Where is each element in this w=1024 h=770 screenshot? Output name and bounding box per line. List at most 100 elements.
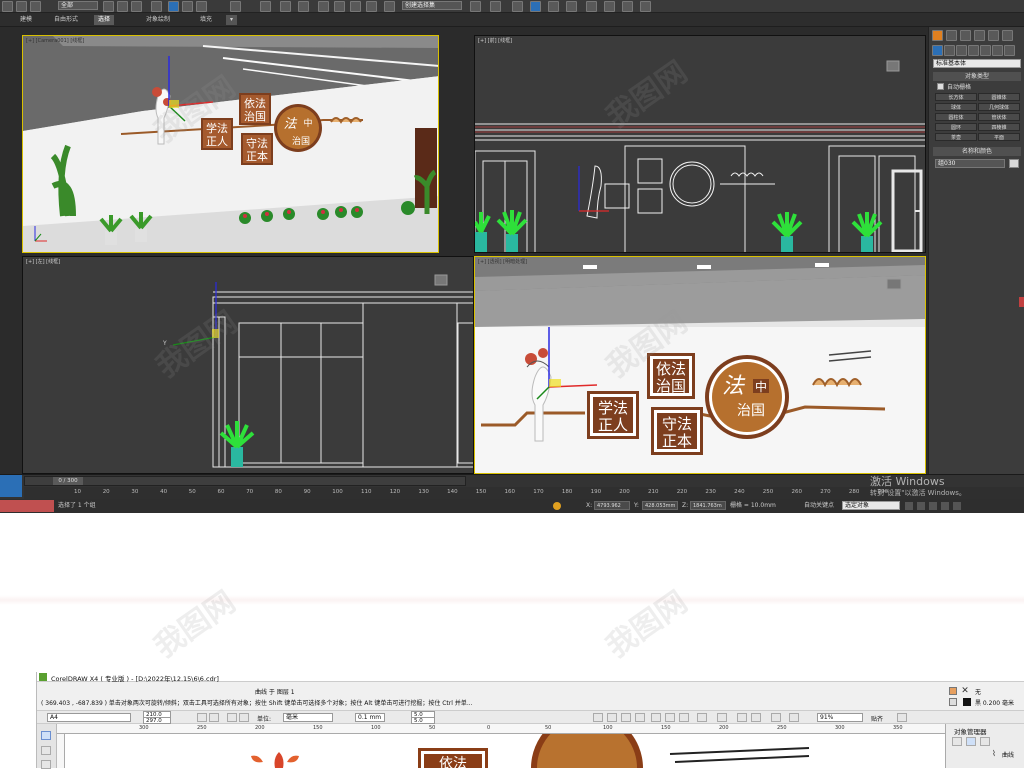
horizontal-ruler[interactable]: 3002502001501005005010015020025030035040… (57, 724, 961, 734)
current-page-icon[interactable] (239, 713, 249, 722)
geometry-icon[interactable] (932, 45, 943, 56)
align-icon[interactable] (490, 1, 501, 12)
unit-select[interactable]: 毫米 (283, 713, 333, 722)
tube-button[interactable]: 管状体 (978, 113, 1020, 121)
move-icon[interactable] (168, 1, 179, 12)
primitive-type-select[interactable]: 标准基本体 (933, 59, 1021, 68)
new-icon[interactable] (593, 713, 603, 722)
auto-key-label[interactable]: 自动关键点 (804, 499, 834, 513)
section-object-type[interactable]: 对象类型 (933, 72, 1021, 81)
viewport-left[interactable]: [+] [左] [线框] Y (22, 256, 474, 474)
tab-modeling[interactable]: 建模 (16, 15, 36, 25)
curve-editor-icon[interactable] (548, 1, 559, 12)
viewport-label-perspective[interactable]: [+] [透视] [明暗处理] (478, 258, 527, 265)
select-manipulate-icon[interactable] (280, 1, 291, 12)
play-icon[interactable] (929, 502, 937, 510)
landscape-icon[interactable] (209, 713, 219, 722)
x-coordinate[interactable]: 4793.962 (594, 501, 630, 510)
section-name-color[interactable]: 名称和颜色 (933, 147, 1021, 156)
viewport-layout-icon[interactable] (0, 475, 22, 497)
window-cross-icon[interactable] (151, 1, 162, 12)
welcome-screen-icon[interactable] (789, 713, 799, 722)
save-icon[interactable] (621, 713, 631, 722)
y-coordinate[interactable]: 428.053mm (642, 501, 678, 510)
rect-region-icon[interactable] (131, 1, 142, 12)
cut-icon[interactable] (651, 713, 661, 722)
options-icon[interactable] (897, 713, 907, 722)
percent-snap-icon[interactable] (350, 1, 361, 12)
panel-scroll-indicator[interactable] (1019, 297, 1024, 307)
angle-snap-icon[interactable] (334, 1, 345, 12)
redo-icon[interactable] (717, 713, 727, 722)
modify-tab-icon[interactable] (946, 30, 957, 41)
systems-icon[interactable] (1004, 45, 1015, 56)
undo-icon[interactable] (697, 713, 707, 722)
rotate-icon[interactable] (182, 1, 193, 12)
shapes-icon[interactable] (944, 45, 955, 56)
ribbon-options-icon[interactable]: ▾ (226, 15, 238, 25)
page-height[interactable]: 297.0 mm (143, 717, 171, 730)
viewport-front[interactable]: [+] [前] [线框] (474, 35, 926, 253)
render-icon[interactable] (640, 1, 651, 12)
object-name-field[interactable]: 组030 (935, 159, 1005, 168)
tab-object-paint[interactable]: 对象绘制 (142, 15, 174, 25)
drawing-canvas[interactable]: 依法 (65, 712, 945, 770)
cylinder-button[interactable]: 圆柱体 (935, 113, 977, 121)
show-properties-icon[interactable] (952, 737, 962, 746)
box-button[interactable]: 长方体 (935, 93, 977, 101)
tab-populate[interactable]: 填充 (196, 15, 216, 25)
spinner-snap-icon[interactable] (366, 1, 377, 12)
import-icon[interactable] (737, 713, 747, 722)
pivot-icon[interactable] (260, 1, 271, 12)
pyramid-button[interactable]: 四棱锥 (978, 123, 1020, 131)
prev-frame-icon[interactable] (917, 502, 925, 510)
snap-to-menu[interactable]: 贴齐 (871, 714, 883, 723)
teapot-button[interactable]: 茶壶 (935, 133, 977, 141)
mirror-icon[interactable] (470, 1, 481, 12)
outline-color-swatch[interactable] (963, 698, 971, 706)
viewport-label-left[interactable]: [+] [左] [线框] (26, 258, 60, 265)
plane-button[interactable]: 平面 (978, 133, 1020, 141)
vertical-ruler[interactable] (57, 734, 65, 768)
shape-tool-icon[interactable] (41, 746, 51, 755)
time-slider[interactable]: 0 / 300 (24, 476, 466, 486)
paste-icon[interactable] (679, 713, 689, 722)
edit-across-layers-icon[interactable] (966, 737, 976, 746)
named-selection-set[interactable]: 创建选择集 (402, 1, 462, 10)
autogrid-checkbox[interactable] (937, 83, 944, 90)
cone-button[interactable]: 圆锥体 (978, 93, 1020, 101)
z-coordinate[interactable]: 1841.763m (690, 501, 726, 510)
all-pages-icon[interactable] (227, 713, 237, 722)
keyboard-shortcut-icon[interactable] (298, 1, 309, 12)
time-slider-thumb[interactable]: 0 / 300 (53, 477, 83, 485)
object-color-swatch[interactable] (1009, 159, 1019, 168)
portrait-icon[interactable] (197, 713, 207, 722)
open-icon[interactable] (607, 713, 617, 722)
go-to-start-icon[interactable] (905, 502, 913, 510)
copy-icon[interactable] (665, 713, 675, 722)
layer-manager-view-icon[interactable] (980, 737, 990, 746)
docker-item-curve[interactable]: 曲线 (1002, 750, 1014, 759)
viewport-label-camera[interactable]: [+] [Camera001] [线框] (26, 37, 84, 44)
duplicate-y[interactable]: 5.0 mm (411, 717, 435, 730)
viewport-label-front[interactable]: [+] [前] [线框] (478, 37, 512, 44)
fill-icon[interactable] (949, 687, 957, 695)
print-icon[interactable] (635, 713, 645, 722)
snap-3d-icon[interactable] (318, 1, 329, 12)
motion-tab-icon[interactable] (974, 30, 985, 41)
utilities-tab-icon[interactable] (1002, 30, 1013, 41)
viewport-perspective[interactable]: [+] [透视] [明暗处理] 依法 治国 学法 正人 守法 正本 法 中 治国 (474, 256, 926, 474)
nudge-distance[interactable]: 0.1 mm (355, 713, 385, 722)
viewport-camera[interactable]: [+] [Camera001] [线框] 依法 治国 学法 正人 守法 正本 法… (22, 35, 439, 253)
hierarchy-tab-icon[interactable] (960, 30, 971, 41)
ribbon-toggle-icon[interactable] (530, 1, 541, 12)
pen-icon[interactable] (949, 698, 957, 706)
display-tab-icon[interactable] (988, 30, 999, 41)
lights-icon[interactable] (956, 45, 967, 56)
render-frame-icon[interactable] (622, 1, 633, 12)
tab-selection[interactable]: 选择 (94, 15, 115, 25)
unlink-icon[interactable] (16, 1, 27, 12)
select-name-icon[interactable] (117, 1, 128, 12)
spacewarps-icon[interactable] (992, 45, 1003, 56)
export-icon[interactable] (751, 713, 761, 722)
